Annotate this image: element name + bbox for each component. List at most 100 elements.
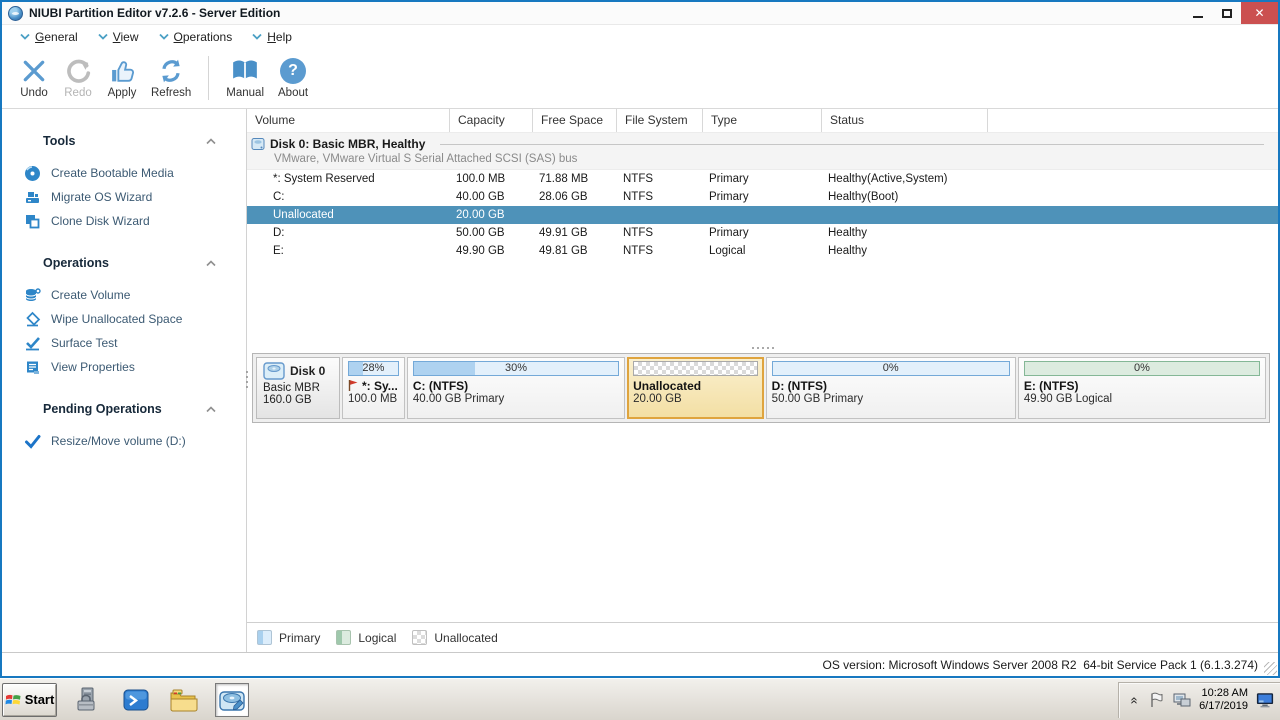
empty-area — [247, 423, 1278, 622]
column-header-free-space[interactable]: Free Space — [533, 109, 617, 132]
cell-capacity: 40.00 GB — [456, 191, 505, 203]
table-row[interactable]: Unallocated 20.00 GB — [247, 206, 1278, 224]
taskbar-item-niubi-partition-editor[interactable] — [215, 682, 249, 717]
tray-clock[interactable]: 10:28 AM 6/17/2019 — [1199, 687, 1248, 713]
legend-label: Unallocated — [434, 630, 498, 645]
sidebar-section-tools: Tools Create Bootable Media Migrate OS W… — [2, 131, 246, 233]
legend-item: Primary — [257, 630, 320, 645]
minimize-button[interactable] — [1183, 2, 1212, 24]
column-header-status[interactable]: Status — [822, 109, 988, 132]
cell-volume: C: — [273, 191, 285, 203]
sidebar-splitter-handle[interactable] — [244, 371, 249, 388]
partition-size: 20.00 GB — [633, 393, 682, 405]
sidebar-header-pending-operations[interactable]: Pending Operations — [2, 399, 246, 419]
disk-style: Basic MBR — [263, 382, 320, 394]
toolbar-separator — [208, 56, 210, 100]
title-bar[interactable]: NIUBI Partition Editor v7.2.6 - Server E… — [2, 2, 1278, 24]
resize-grip[interactable] — [1264, 662, 1277, 675]
sidebar-item-surface-test[interactable]: Surface Test — [2, 331, 246, 355]
usage-percent: 0% — [882, 362, 899, 374]
network-icon[interactable] — [1173, 691, 1191, 709]
apply-button[interactable]: Apply — [100, 54, 144, 103]
check-icon — [25, 434, 41, 449]
cell-capacity: 49.90 GB — [456, 245, 505, 257]
sidebar-item-clone-disk-wizard[interactable]: Clone Disk Wizard — [2, 209, 246, 233]
chevron-down-icon — [158, 33, 169, 40]
pending-operation-resize-move[interactable]: Resize/Move volume (D:) — [2, 429, 246, 453]
legend: Primary Logical Unallocated — [247, 622, 1278, 652]
partition-block[interactable]: 30% C: (NTFS) 40.00 GB Primary — [406, 357, 626, 419]
legend-label: Logical — [358, 630, 397, 645]
about-button[interactable]: ? About — [271, 54, 315, 103]
redo-icon — [67, 59, 91, 83]
disk-group-row[interactable]: Disk 0: Basic MBR, Healthy VMware, VMwar… — [247, 133, 1278, 170]
disk-group-subtitle: VMware, VMware Virtual S Serial Attached… — [274, 153, 578, 165]
legend-item: Logical — [336, 630, 396, 645]
maximize-button[interactable] — [1212, 2, 1241, 24]
disk-info-block[interactable]: Disk 0 Basic MBR 160.0 GB — [256, 357, 340, 419]
taskbar-item-powershell[interactable] — [119, 683, 153, 717]
legend-swatch-icon — [336, 630, 352, 645]
sidebar-section-operations: Operations Create Volume Wipe Unallocate… — [2, 253, 246, 379]
menu-item-label: Help — [267, 29, 292, 44]
cell-type — [703, 206, 822, 224]
column-header-volume[interactable]: Volume — [247, 109, 450, 132]
system-tray: » 10:28 AM 6/17/2019 — [1118, 681, 1280, 718]
cell-type: Primary — [709, 191, 749, 203]
table-row[interactable]: E: 49.90 GB 49.81 GB NTFS Logical Health… — [247, 242, 1278, 260]
close-icon: ✕ — [1254, 6, 1265, 20]
column-header-capacity[interactable]: Capacity — [450, 109, 533, 132]
display-monitor-icon[interactable] — [1256, 691, 1274, 709]
partition-block[interactable]: 0% D: (NTFS) 50.00 GB Primary — [765, 357, 1016, 419]
menu-item[interactable]: General — [12, 27, 86, 47]
disk-icon — [251, 138, 265, 150]
partition-block[interactable]: 0% E: (NTFS) 49.90 GB Logical — [1017, 357, 1267, 419]
menu-item[interactable]: Operations — [151, 27, 241, 47]
server-manager-icon — [77, 687, 95, 710]
sidebar-item-view-properties[interactable]: View Properties — [2, 355, 246, 379]
menu-item[interactable]: Help — [244, 27, 300, 47]
disk-group-title: Disk 0: Basic MBR, Healthy — [270, 137, 426, 151]
redo-button[interactable]: Redo — [56, 54, 100, 103]
manual-button[interactable]: Manual — [219, 54, 271, 103]
table-row[interactable]: *: System Reserved 100.0 MB 71.88 MB NTF… — [247, 170, 1278, 188]
thumbs-up-icon — [111, 60, 134, 82]
undo-button[interactable]: Undo — [12, 54, 56, 103]
partition-block[interactable]: 28% *: Sy... 100.0 MB — [342, 357, 405, 419]
status-bar: OS version: Microsoft Windows Server 200… — [2, 652, 1278, 676]
partition-size: 40.00 GB Primary — [412, 393, 505, 405]
properties-document-icon — [27, 361, 39, 374]
tray-expand-icon[interactable]: » — [1126, 694, 1141, 706]
action-center-flag-icon[interactable] — [1147, 691, 1165, 709]
partition-size: 100.0 MB — [348, 393, 398, 405]
panel-splitter-handle[interactable] — [247, 343, 1278, 353]
close-button[interactable]: ✕ — [1241, 2, 1278, 24]
chevron-down-icon — [252, 33, 262, 40]
column-header-type[interactable]: Type — [703, 109, 822, 132]
sidebar-item-wipe-unallocated-space[interactable]: Wipe Unallocated Space — [2, 307, 246, 331]
sidebar-header-operations[interactable]: Operations — [2, 253, 246, 273]
sidebar-header-tools[interactable]: Tools — [2, 131, 246, 151]
cell-type: Logical — [709, 245, 746, 257]
clone-disk-icon — [26, 214, 40, 228]
partition-size: 49.90 GB Logical — [1023, 393, 1113, 405]
taskbar-item-explorer[interactable] — [167, 683, 201, 717]
start-button[interactable]: Start — [2, 682, 57, 717]
sidebar-item-create-volume[interactable]: Create Volume — [2, 283, 246, 307]
sidebar-item-migrate-os-wizard[interactable]: Migrate OS Wizard — [2, 185, 246, 209]
refresh-button[interactable]: Refresh — [144, 54, 198, 103]
cell-file-system: NTFS — [623, 173, 654, 185]
niubi-disk-icon — [219, 690, 245, 711]
partition-label: E: (NTFS) — [1023, 378, 1079, 393]
menu-item[interactable]: View — [90, 27, 147, 47]
window-title: NIUBI Partition Editor v7.2.6 - Server E… — [29, 6, 281, 20]
cell-status: Healthy — [828, 227, 867, 239]
menu-item-label: General — [35, 29, 78, 44]
taskbar-item-server-manager[interactable] — [71, 683, 105, 717]
table-row[interactable]: C: 40.00 GB 28.06 GB NTFS Primary Health… — [247, 188, 1278, 206]
partition-block[interactable]: Unallocated 20.00 GB — [627, 357, 764, 419]
usage-bar: 30% — [412, 361, 620, 376]
sidebar-item-create-bootable-media[interactable]: Create Bootable Media — [2, 161, 246, 185]
column-header-file-system[interactable]: File System — [617, 109, 703, 132]
table-row[interactable]: D: 50.00 GB 49.91 GB NTFS Primary Health… — [247, 224, 1278, 242]
